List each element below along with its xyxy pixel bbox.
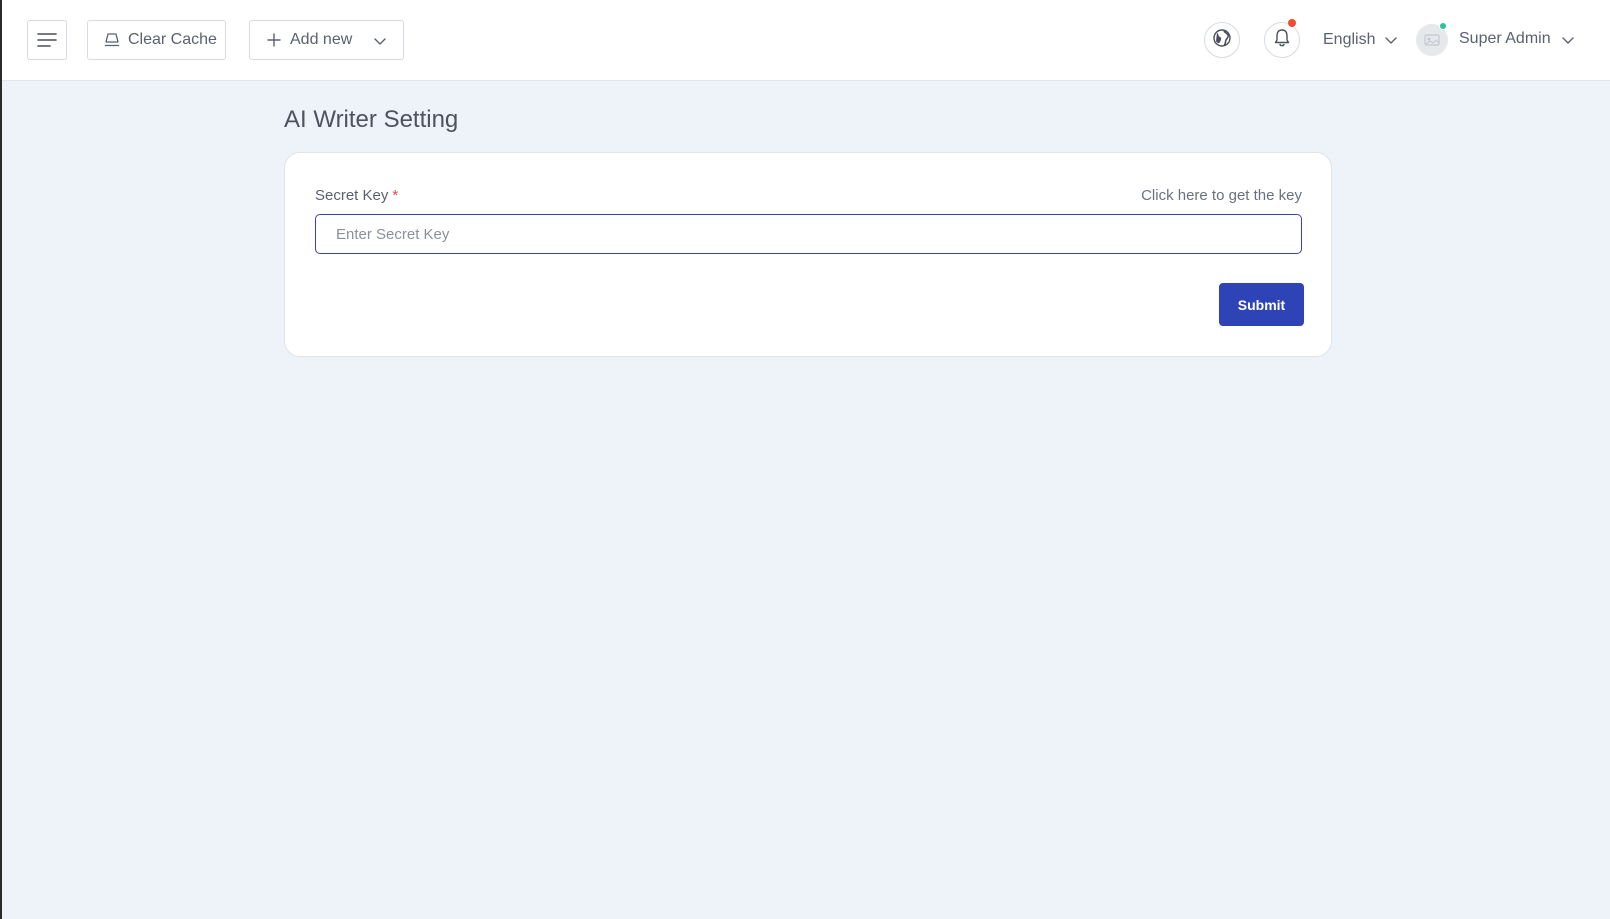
globe-icon <box>1212 28 1232 53</box>
website-globe-button[interactable] <box>1204 22 1240 58</box>
top-bar: Clear Cache Add new English Super Admin <box>2 0 1610 81</box>
language-label: English <box>1323 31 1376 48</box>
secret-key-label-text: Secret Key <box>315 187 389 204</box>
user-menu-dropdown[interactable]: Super Admin <box>1459 27 1575 51</box>
notifications-button[interactable] <box>1264 22 1300 58</box>
chevron-down-icon <box>1384 33 1398 47</box>
add-new-label: Add new <box>290 31 353 48</box>
hamburger-menu-icon <box>37 32 57 48</box>
chevron-down-icon <box>1561 33 1575 47</box>
notification-badge-dot <box>1288 19 1296 27</box>
user-name: Super Admin <box>1459 30 1551 47</box>
add-new-dropdown[interactable]: Add new <box>249 20 404 60</box>
secret-key-label: Secret Key * <box>315 187 398 204</box>
sidebar-toggle-button[interactable] <box>27 20 67 60</box>
secret-key-input[interactable] <box>315 214 1302 254</box>
broom-icon <box>104 33 120 47</box>
language-selector[interactable]: English <box>1323 28 1398 52</box>
chevron-down-icon <box>373 34 387 48</box>
submit-button[interactable]: Submit <box>1219 283 1304 326</box>
clear-cache-button[interactable]: Clear Cache <box>87 20 226 60</box>
plus-icon <box>267 33 281 47</box>
page-title: AI Writer Setting <box>284 106 459 133</box>
ai-writer-settings-card: Secret Key* Click here to get the key Su… <box>284 152 1332 357</box>
online-status-dot <box>1439 22 1447 30</box>
get-key-link[interactable]: Click here to get the key <box>1141 187 1302 204</box>
bell-icon <box>1273 28 1291 53</box>
app-window: Clear Cache Add new English Super Admin … <box>0 0 1610 919</box>
clear-cache-label: Clear Cache <box>128 31 217 48</box>
required-marker: * <box>392 187 399 204</box>
